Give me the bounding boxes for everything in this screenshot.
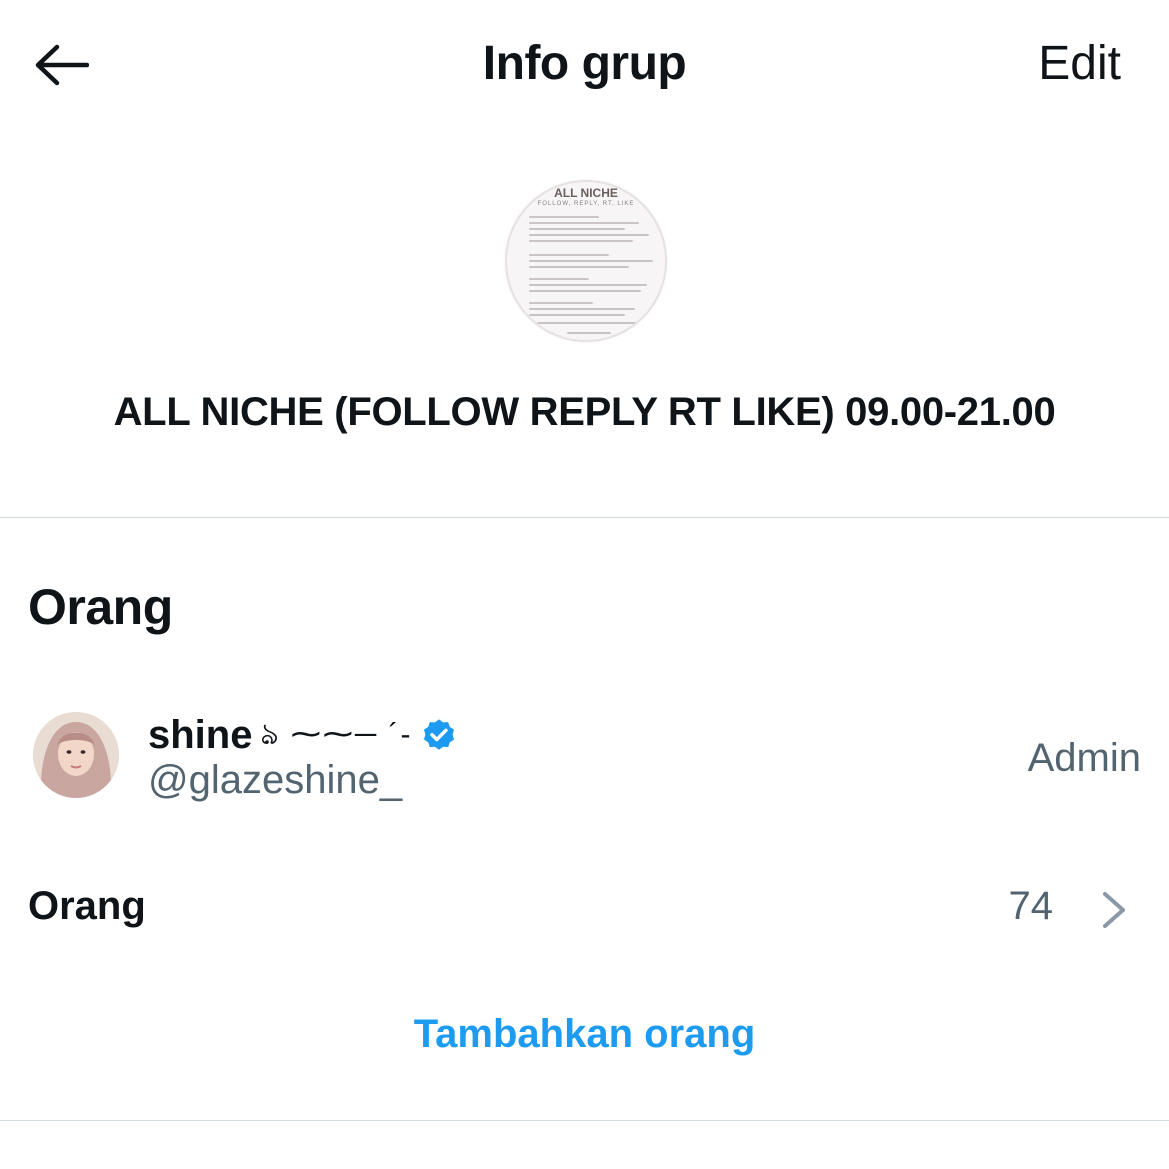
divider bbox=[0, 1120, 1169, 1121]
avatar[interactable] bbox=[33, 712, 119, 798]
member-name-text: shine bbox=[148, 713, 253, 757]
verified-badge-icon bbox=[424, 718, 455, 750]
member-role-badge: Admin bbox=[1027, 736, 1141, 780]
group-info-screen: Info grup Edit ALL NICHE FOLLOW, REPLY, … bbox=[0, 0, 1169, 1169]
add-people-button[interactable]: Tambahkan orang bbox=[0, 1012, 1169, 1057]
group-avatar[interactable]: ALL NICHE FOLLOW, REPLY, RT, LIKE bbox=[505, 180, 667, 342]
people-section-title: Orang bbox=[28, 579, 173, 635]
member-row[interactable]: shine ঌ ⁓⁓─ ´- @glazeshine_ Admin bbox=[0, 690, 1169, 820]
member-handle: @glazeshine_ bbox=[148, 758, 403, 802]
top-bar: Info grup Edit bbox=[0, 0, 1169, 130]
divider bbox=[0, 517, 1169, 518]
member-display-name: shine ঌ ⁓⁓─ ´- bbox=[148, 710, 458, 761]
group-avatar-title: ALL NICHE bbox=[554, 186, 618, 200]
edit-button[interactable]: Edit bbox=[1038, 36, 1121, 91]
people-count-value: 74 bbox=[1008, 884, 1054, 928]
member-name-decoration: ঌ ⁓⁓─ ´- bbox=[260, 718, 413, 751]
avatar-photo bbox=[33, 712, 119, 798]
page-title: Info grup bbox=[482, 37, 687, 90]
chevron-right-icon bbox=[1103, 892, 1125, 928]
group-avatar-subtitle: FOLLOW, REPLY, RT, LIKE bbox=[537, 201, 635, 207]
group-name: ALL NICHE (FOLLOW REPLY RT LIKE) 09.00-2… bbox=[113, 390, 1056, 434]
people-count-label: Orang bbox=[28, 884, 146, 928]
people-count-row[interactable]: Orang 74 bbox=[0, 870, 1169, 950]
